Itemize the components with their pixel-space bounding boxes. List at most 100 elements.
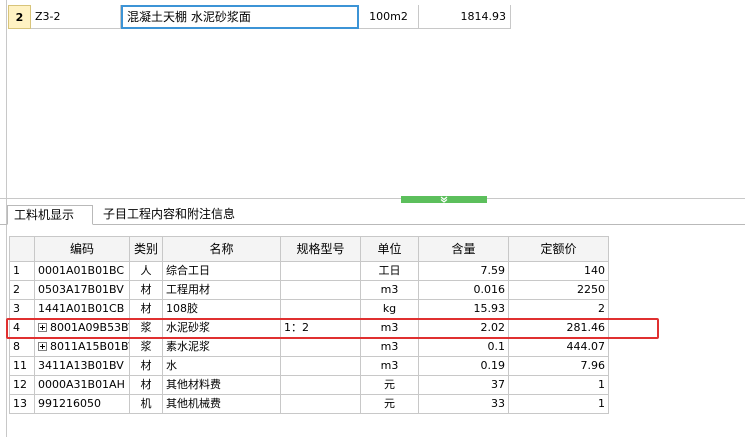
material-quantity[interactable]: 0.016 — [419, 281, 509, 300]
material-spec[interactable] — [281, 338, 361, 357]
material-price[interactable]: 281.46 — [509, 319, 609, 338]
material-price[interactable]: 7.96 — [509, 357, 609, 376]
material-type[interactable]: 浆 — [130, 338, 163, 357]
header-quantity[interactable]: 含量 — [419, 236, 509, 262]
material-spec[interactable] — [281, 357, 361, 376]
material-quantity-text: 33 — [491, 397, 505, 410]
material-spec[interactable] — [281, 376, 361, 395]
material-type[interactable]: 人 — [130, 262, 163, 281]
row-index-text: 3 — [13, 302, 20, 315]
material-unit[interactable]: 元 — [361, 395, 419, 414]
material-unit[interactable]: m3 — [361, 338, 419, 357]
material-name-text: 工程用材 — [166, 283, 210, 296]
row-index[interactable]: 2 — [8, 5, 31, 29]
material-unit[interactable]: 元 — [361, 376, 419, 395]
chevron-down-double-icon — [440, 196, 448, 203]
material-type[interactable]: 机 — [130, 395, 163, 414]
material-spec[interactable] — [281, 262, 361, 281]
material-spec[interactable]: 1：2 — [281, 319, 361, 338]
quota-unit-cell[interactable]: 100m2 — [359, 5, 419, 29]
row-index[interactable]: 8 — [9, 338, 35, 357]
material-quantity[interactable]: 0.19 — [419, 357, 509, 376]
material-code-text: 0001A01B01BC — [38, 264, 125, 277]
splitter-handle[interactable] — [401, 196, 487, 203]
material-quantity[interactable]: 33 — [419, 395, 509, 414]
material-unit-text: kg — [382, 302, 397, 315]
material-type[interactable]: 材 — [130, 281, 163, 300]
material-quantity[interactable]: 0.1 — [419, 338, 509, 357]
material-code[interactable]: 0000A31B01AH — [35, 376, 130, 395]
material-type-text: 机 — [140, 397, 152, 410]
row-index[interactable]: 11 — [9, 357, 35, 376]
material-name[interactable]: 其他材料费 — [163, 376, 281, 395]
material-price-text: 140 — [584, 264, 605, 277]
tab-materials[interactable]: 工料机显示 — [7, 205, 93, 225]
material-unit[interactable]: m3 — [361, 319, 419, 338]
header-name[interactable]: 名称 — [163, 236, 281, 262]
material-type[interactable]: 浆 — [130, 319, 163, 338]
material-code[interactable]: 8001A09B53BV — [35, 319, 130, 338]
material-price[interactable]: 2 — [509, 300, 609, 319]
quota-code-cell[interactable]: Z3-2 — [31, 5, 121, 29]
material-code[interactable]: 0503A17B01BV — [35, 281, 130, 300]
quota-value-cell[interactable]: 1814.93 — [419, 5, 511, 29]
material-code-text: 8011A15B01BV — [50, 340, 130, 353]
material-unit-text: 元 — [384, 397, 395, 410]
material-unit[interactable]: m3 — [361, 281, 419, 300]
material-type-text: 材 — [140, 359, 152, 372]
material-price[interactable]: 2250 — [509, 281, 609, 300]
row-index[interactable]: 4 — [9, 319, 35, 338]
splitter-line — [0, 198, 745, 199]
row-index[interactable]: 1 — [9, 262, 35, 281]
material-price[interactable]: 140 — [509, 262, 609, 281]
material-name[interactable]: 综合工日 — [163, 262, 281, 281]
material-code[interactable]: 3411A13B01BV — [35, 357, 130, 376]
header-unit[interactable]: 单位 — [361, 236, 419, 262]
material-unit-text: 元 — [384, 378, 395, 391]
material-quantity[interactable]: 37 — [419, 376, 509, 395]
header-code[interactable]: 编码 — [35, 236, 130, 262]
material-quantity-text: 37 — [491, 378, 505, 391]
material-unit[interactable]: kg — [361, 300, 419, 319]
material-name[interactable]: 其他机械费 — [163, 395, 281, 414]
tab-subitem-content[interactable]: 子目工程内容和附注信息 — [97, 205, 267, 225]
header-spec[interactable]: 规格型号 — [281, 236, 361, 262]
row-index[interactable]: 12 — [9, 376, 35, 395]
material-code[interactable]: 1441A01B01CB — [35, 300, 130, 319]
material-type-text: 浆 — [140, 340, 152, 353]
material-quantity[interactable]: 2.02 — [419, 319, 509, 338]
material-price[interactable]: 1 — [509, 395, 609, 414]
material-unit[interactable]: 工日 — [361, 262, 419, 281]
plus-box-icon[interactable] — [38, 342, 47, 351]
header-type[interactable]: 类别 — [130, 236, 163, 262]
quota-name-cell[interactable]: 混凝土天棚 水泥砂浆面 — [121, 5, 359, 29]
material-unit[interactable]: m3 — [361, 357, 419, 376]
material-name[interactable]: 素水泥浆 — [163, 338, 281, 357]
material-code[interactable]: 8011A15B01BV — [35, 338, 130, 357]
row-index[interactable]: 13 — [9, 395, 35, 414]
material-code[interactable]: 0001A01B01BC — [35, 262, 130, 281]
material-type[interactable]: 材 — [130, 357, 163, 376]
material-code-text: 1441A01B01CB — [38, 302, 125, 315]
material-name[interactable]: 108胶 — [163, 300, 281, 319]
material-code[interactable]: 991216050 — [35, 395, 130, 414]
material-name[interactable]: 水泥砂浆 — [163, 319, 281, 338]
material-unit-text: m3 — [380, 340, 399, 353]
material-spec[interactable] — [281, 300, 361, 319]
material-quantity[interactable]: 7.59 — [419, 262, 509, 281]
material-name[interactable]: 水 — [163, 357, 281, 376]
plus-box-icon[interactable] — [38, 323, 47, 332]
material-quantity[interactable]: 15.93 — [419, 300, 509, 319]
material-name[interactable]: 工程用材 — [163, 281, 281, 300]
row-index-text: 1 — [13, 264, 20, 277]
material-spec[interactable] — [281, 281, 361, 300]
material-price[interactable]: 1 — [509, 376, 609, 395]
material-name-text: 素水泥浆 — [166, 340, 210, 353]
row-index[interactable]: 2 — [9, 281, 35, 300]
material-price[interactable]: 444.07 — [509, 338, 609, 357]
material-spec[interactable] — [281, 395, 361, 414]
material-type[interactable]: 材 — [130, 376, 163, 395]
header-price[interactable]: 定额价 — [509, 236, 609, 262]
row-index[interactable]: 3 — [9, 300, 35, 319]
material-type[interactable]: 材 — [130, 300, 163, 319]
